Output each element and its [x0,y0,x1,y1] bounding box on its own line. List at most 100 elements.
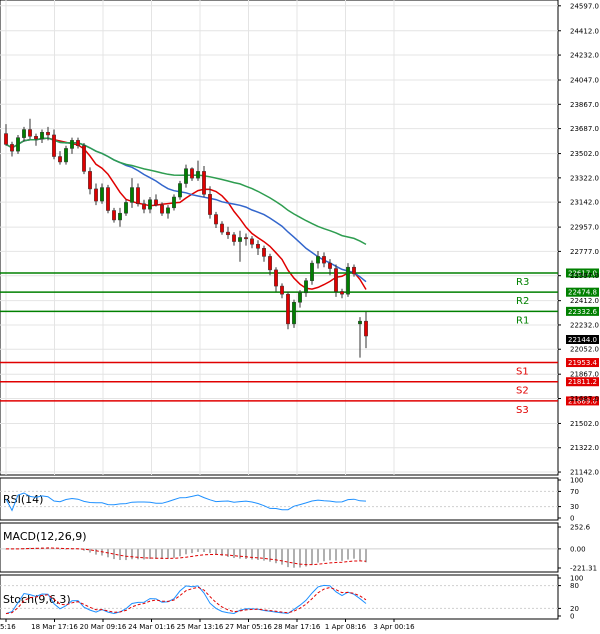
macd-bar [329,548,331,561]
candle-bull [346,266,350,295]
price-tick-label: 21502.0 [570,420,599,428]
macd-bar [191,548,193,554]
candle-bull [238,237,242,242]
candle-bull [298,292,302,303]
candle-bear [208,194,212,215]
price-tick-label: 21322.0 [570,444,599,452]
price-tick-label: 21687.0 [570,395,599,403]
price-tick-label: 22232.0 [570,321,599,329]
macd-bar [341,548,343,561]
price-tick-label: 21142.0 [570,469,599,477]
candle-bear [286,293,290,325]
candle-bear [154,199,158,206]
level-value: 22474.8 [568,289,597,297]
candle-bull [70,140,74,149]
time-tick-label: 18 Mar 17:16 [31,623,78,631]
candle-bear [160,204,164,214]
price-tick-label: 21867.0 [570,371,599,379]
rsi-panel-frame [0,477,559,521]
time-tick-label: 25 Mar 13:16 [177,623,224,631]
candle-bull [178,183,182,198]
macd-bar [293,548,295,568]
macd-bar [263,548,265,561]
macd-bar [317,548,319,563]
macd-bar [179,548,181,557]
level-value: 21811.2 [568,378,597,386]
candle-bear [328,262,332,269]
stoch-label: Stoch(9,6,3) [3,593,71,606]
candle-bull [100,187,104,202]
time-axis: 5:16 18 Mar 17:16 20 Mar 09:16 24 Mar 01:16… [0,619,415,631]
candle-bear [82,145,86,172]
candle-bear [34,136,38,140]
level-label: R1 [516,315,529,326]
level-label: S3 [516,405,529,416]
macd-bar [311,548,313,565]
price-tick-label: 23322.0 [570,174,599,182]
macd-bar [245,548,247,560]
level-label: R2 [516,296,529,307]
macd-bar [143,548,145,560]
candle-bull [64,148,68,163]
macd-bar [239,548,241,559]
macd-bar [233,548,235,559]
indicator-tick-label: 100 [570,477,583,485]
macd-bar [59,548,61,550]
macd-bar [89,548,91,553]
candle-bull [166,207,170,214]
price-tick-label: 22052.0 [570,346,599,354]
macd-bar [359,548,361,561]
candle-bear [352,266,356,275]
candle-bear [334,268,338,292]
candle-bull [124,202,128,214]
level-value: 21953.4 [568,359,597,367]
candle-bull [22,129,26,138]
candle-bull [304,280,308,294]
price-tick-label: 24232.0 [570,52,599,60]
macd-bar [29,547,31,549]
candle-bear [340,291,344,295]
indicator-tick-label: 80 [570,582,579,590]
candle-bear [280,285,284,295]
time-tick-label: 3 Apr 00:16 [373,623,415,631]
indicator-tick-label: 70 [570,488,579,496]
rsi-axis: 100 70 30 0 [558,477,583,523]
macd-bar [347,548,349,560]
price-tick-label: 22777.0 [570,248,599,256]
candle-bear [136,187,140,205]
indicator-tick-label: 0.00 [570,545,586,553]
macd-bar [269,548,271,562]
price-tick-label: 23502.0 [570,150,599,158]
price-tick-label: 23867.0 [570,101,599,109]
candle-bear [268,256,272,271]
candle-bear [10,144,14,152]
candle-bear [52,134,56,157]
candle-bear [322,256,326,264]
level-label: S1 [516,367,529,378]
indicator-tick-label: 30 [570,503,579,511]
macd-bar [323,548,325,562]
macd-bar [305,548,307,567]
candle-bull [196,171,200,179]
price-tick-label: 23142.0 [570,199,599,207]
candle-bear [214,214,218,225]
macd-bar [335,548,337,561]
macd-bar [299,548,301,568]
macd-bar [167,548,169,559]
macd-bar [155,548,157,559]
level-label: S2 [516,386,529,397]
candle-bull [130,187,134,203]
candle-bear [202,171,206,195]
indicator-tick-label: -221.31 [570,565,597,573]
candle-bull [118,212,122,221]
level-label: R3 [516,277,529,288]
macd-bar [275,548,277,564]
candle-bear [274,269,278,287]
candle-bull [310,262,314,281]
candle-bear [142,203,146,210]
macd-bar [95,548,97,555]
indicator-tick-label: 0 [570,613,574,621]
candle-bull [40,131,44,140]
candle-bull [316,256,320,264]
price-tick-label: 22957.0 [570,224,599,232]
